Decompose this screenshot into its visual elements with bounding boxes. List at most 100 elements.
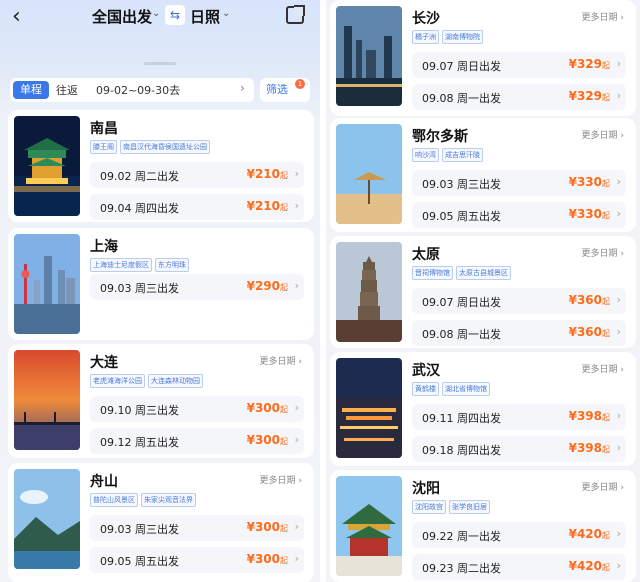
attraction-tag: 湖北省博物馆 [442, 382, 490, 396]
destination-card[interactable]: 长沙 更多日期 › 橘子洲 湖南博物院 09.07 周日出发 ¥329起 › 09.0… [330, 0, 636, 116]
destination-photo[interactable] [336, 358, 402, 458]
departure-date-row[interactable]: 09.02 周二出发 ¥210起 › [90, 162, 304, 188]
city-name: 上海 [90, 239, 118, 255]
swap-icon[interactable]: ⇆ [165, 5, 185, 25]
attraction-tags: 橘子洲 湖南博物院 [412, 30, 483, 44]
chevron-right-icon: › [616, 293, 621, 306]
more-dates-link[interactable]: 更多日期 › [582, 128, 624, 141]
destination-card[interactable]: 太原 更多日期 › 晋祠博物馆 太原古县城景区 09.07 周日出发 ¥360起 › … [330, 236, 636, 348]
destination-photo[interactable] [14, 234, 80, 334]
destination-photo[interactable] [336, 6, 402, 106]
chevron-right-icon: › [616, 89, 621, 102]
departure-date: 09.10 周三出发 [100, 404, 179, 417]
departure-date-row[interactable]: 09.12 周五出发 ¥300起 › [90, 428, 304, 454]
city-name: 武汉 [412, 363, 440, 379]
price: ¥300起 [246, 520, 288, 534]
departure-date-row[interactable]: 09.23 周二出发 ¥420起 › [412, 554, 626, 580]
destination-card[interactable]: 大连 更多日期 › 老虎滩海洋公园 大连森林动物园 09.10 周三出发 ¥300起 … [8, 344, 314, 458]
one-way-tab[interactable]: 单程 [13, 81, 49, 99]
departure-date-row[interactable]: 09.22 周一出发 ¥420起 › [412, 522, 626, 548]
city-name: 太原 [412, 247, 440, 263]
chevron-right-icon: › [240, 81, 245, 95]
chevron-right-icon: › [616, 207, 621, 220]
destination-photo[interactable] [336, 476, 402, 576]
departure-date-row[interactable]: 09.08 周一出发 ¥329起 › [412, 84, 626, 110]
chevron-down-icon[interactable]: ⌄ [152, 8, 160, 19]
departure-date-row[interactable]: 09.05 周五出发 ¥300起 › [90, 547, 304, 573]
departure-date: 09.07 周日出发 [422, 296, 501, 309]
attraction-tags: 普陀山风景区 朱家尖观音法界 [90, 493, 196, 507]
filter-count-badge: 1 [295, 79, 305, 89]
destination-card[interactable]: 沈阳 更多日期 › 沈阳故宫 张学良旧居 09.22 周一出发 ¥420起 › 09.… [330, 470, 636, 582]
departure-date: 09.04 周四出发 [100, 202, 179, 215]
chevron-down-icon[interactable]: ⌄ [222, 8, 230, 19]
more-dates-link[interactable]: 更多日期 › [582, 246, 624, 259]
departure-date: 09.02 周二出发 [100, 170, 179, 183]
price: ¥300起 [246, 401, 288, 415]
round-trip-tab[interactable]: 往返 [56, 82, 78, 98]
more-dates-link[interactable]: 更多日期 › [582, 362, 624, 375]
chevron-right-icon: › [294, 552, 299, 565]
more-dates-link[interactable]: 更多日期 › [260, 473, 302, 486]
more-dates-link[interactable]: 更多日期 › [260, 354, 302, 367]
departure-date-row[interactable]: 09.11 周四出发 ¥398起 › [412, 404, 626, 430]
departure-date-row[interactable]: 09.03 周三出发 ¥330起 › [412, 170, 626, 196]
attraction-tags: 沈阳故宫 张学良旧居 [412, 500, 490, 514]
attraction-tag: 湖南博物院 [442, 30, 483, 44]
attraction-tags: 滕王阁 南昌汉代海昏侯国遗址公园 [90, 140, 210, 154]
attraction-tags: 老虎滩海洋公园 大连森林动物园 [90, 374, 203, 388]
destination-photo[interactable] [14, 350, 80, 450]
departure-date-row[interactable]: 09.05 周五出发 ¥330起 › [412, 202, 626, 228]
price: ¥420起 [568, 527, 610, 541]
attraction-tag: 响沙湾 [412, 148, 439, 162]
back-arrow-icon[interactable]: ‹ [12, 6, 32, 28]
departure-date-row[interactable]: 09.07 周日出发 ¥360起 › [412, 288, 626, 314]
attraction-tag: 太原古县城景区 [456, 266, 511, 280]
date-range-selector[interactable]: 09-02~09-30去 [96, 82, 180, 98]
departure-date-row[interactable]: 09.03 周三出发 ¥290起 › [90, 274, 304, 300]
more-dates-link[interactable]: 更多日期 › [582, 480, 624, 493]
chevron-right-icon: › [294, 199, 299, 212]
city-name: 鄂尔多斯 [412, 129, 468, 145]
destination-card[interactable]: 鄂尔多斯 更多日期 › 响沙湾 成吉思汗陵 09.03 周三出发 ¥330起 › 09… [330, 118, 636, 232]
origin-selector[interactable]: 全国出发 [92, 6, 152, 27]
departure-date-row[interactable]: 09.03 周三出发 ¥300起 › [90, 515, 304, 541]
destination-photo[interactable] [14, 116, 80, 216]
drag-handle[interactable] [144, 62, 176, 65]
destination-card[interactable]: 上海 上海迪士尼度假区 东方明珠 09.03 周三出发 ¥290起 › [8, 228, 314, 340]
right-screen: 长沙 更多日期 › 橘子洲 湖南博物院 09.07 周日出发 ¥329起 › 09.0… [326, 0, 640, 582]
destination-photo[interactable] [336, 124, 402, 224]
price: ¥330起 [568, 175, 610, 189]
more-dates-link[interactable]: 更多日期 › [582, 10, 624, 23]
attraction-tag: 东方明珠 [155, 258, 189, 272]
destination-photo[interactable] [14, 469, 80, 569]
departure-date-row[interactable]: 09.07 周日出发 ¥329起 › [412, 52, 626, 78]
city-name: 大连 [90, 355, 118, 371]
price: ¥329起 [568, 57, 610, 71]
departure-date: 09.05 周五出发 [422, 210, 501, 223]
departure-date: 09.08 周一出发 [422, 92, 501, 105]
destination-card[interactable]: 舟山 更多日期 › 普陀山风景区 朱家尖观音法界 09.03 周三出发 ¥300起 ›… [8, 463, 314, 582]
destination-card[interactable]: 南昌滕王阁 南昌汉代海昏侯国遗址公园 09.02 周二出发 ¥210起 › 09.… [8, 110, 314, 222]
city-name: 南昌 [90, 121, 118, 137]
attraction-tag: 晋祠博物馆 [412, 266, 453, 280]
price: ¥210起 [246, 167, 288, 181]
departure-date: 09.18 周四出发 [422, 444, 501, 457]
departure-date-row[interactable]: 09.18 周四出发 ¥398起 › [412, 436, 626, 462]
departure-date: 09.03 周三出发 [422, 178, 501, 191]
attraction-tag: 滕王阁 [90, 140, 117, 154]
departure-date: 09.11 周四出发 [422, 412, 501, 425]
attraction-tag: 普陀山风景区 [90, 493, 138, 507]
departure-date-row[interactable]: 09.08 周一出发 ¥360起 › [412, 320, 626, 346]
departure-date-row[interactable]: 09.04 周四出发 ¥210起 › [90, 194, 304, 220]
destination-photo[interactable] [336, 242, 402, 342]
share-icon[interactable] [286, 5, 305, 24]
destination-selector[interactable]: 日照 [190, 6, 220, 27]
city-name: 舟山 [90, 474, 118, 490]
city-name: 沈阳 [412, 481, 440, 497]
destination-card[interactable]: 武汉 更多日期 › 黄鹤楼 湖北省博物馆 09.11 周四出发 ¥398起 › 09.… [330, 352, 636, 466]
attraction-tag: 大连森林动物园 [148, 374, 203, 388]
price: ¥290起 [246, 279, 288, 293]
city-name: 长沙 [412, 11, 440, 27]
departure-date-row[interactable]: 09.10 周三出发 ¥300起 › [90, 396, 304, 422]
